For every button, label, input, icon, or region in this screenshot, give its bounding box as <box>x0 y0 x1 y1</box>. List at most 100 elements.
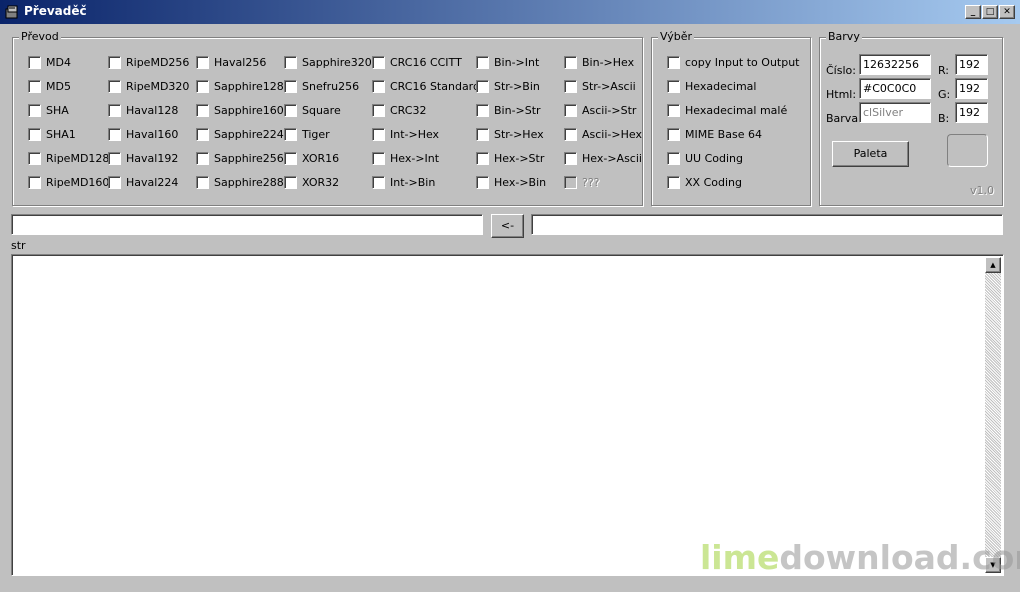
checkbox-box[interactable] <box>564 56 577 69</box>
checkbox-label: copy Input to Output <box>685 56 800 69</box>
checkbox-label: MD5 <box>46 80 71 93</box>
checkbox-label: Haval224 <box>126 176 179 189</box>
checkbox-box[interactable] <box>108 56 121 69</box>
checkbox-label: Hexadecimal malé <box>685 104 788 117</box>
checkbox-box[interactable] <box>108 152 121 165</box>
checkbox-box[interactable] <box>372 80 385 93</box>
app-icon <box>5 5 18 19</box>
html-label: Html: <box>826 88 857 101</box>
checkbox-box[interactable] <box>372 128 385 141</box>
checkbox-label: XOR32 <box>302 176 340 189</box>
checkbox-box[interactable] <box>196 152 209 165</box>
checkbox-box[interactable] <box>196 104 209 117</box>
checkbox-label: Int->Bin <box>390 176 436 189</box>
checkbox-box[interactable] <box>284 104 297 117</box>
checkbox-box[interactable] <box>667 56 680 69</box>
input-field[interactable] <box>11 214 483 235</box>
checkbox-box[interactable] <box>284 80 297 93</box>
checkbox-box[interactable] <box>108 104 121 117</box>
vyber-group: Výběr copy Input to Output Hexadecimal Hex… <box>651 30 811 206</box>
checkbox-box[interactable] <box>28 80 41 93</box>
g-field[interactable]: 192 <box>955 78 988 99</box>
checkbox-label: XOR16 <box>302 152 340 165</box>
checkbox-box[interactable] <box>372 56 385 69</box>
b-field[interactable]: 192 <box>955 102 988 123</box>
checkbox-box[interactable] <box>667 128 680 141</box>
checkbox-box[interactable] <box>28 128 41 141</box>
checkbox-box[interactable] <box>28 152 41 165</box>
close-button[interactable]: ✕ <box>999 5 1015 19</box>
checkbox-box[interactable] <box>667 176 680 189</box>
mode-label: str <box>11 239 26 252</box>
checkbox-label: Haval192 <box>126 152 179 165</box>
convert-back-button[interactable]: <- <box>491 214 524 238</box>
checkbox-box[interactable] <box>372 152 385 165</box>
checkbox-label: Bin->Int <box>494 56 540 69</box>
checkbox-box[interactable] <box>108 80 121 93</box>
checkbox-label: Hex->Bin <box>494 176 547 189</box>
checkbox-label: Bin->Str <box>494 104 541 117</box>
checkbox-box[interactable] <box>196 80 209 93</box>
checkbox-label: MD4 <box>46 56 71 69</box>
checkbox-label: Haval160 <box>126 128 179 141</box>
vertical-scrollbar[interactable]: ▲ ▼ <box>985 257 1001 573</box>
checkbox-box[interactable] <box>476 104 489 117</box>
checkbox-box[interactable] <box>667 152 680 165</box>
color-swatch[interactable] <box>947 134 988 167</box>
checkbox-box[interactable] <box>564 104 577 117</box>
checkbox-box[interactable] <box>476 128 489 141</box>
r-label: R: <box>938 64 950 77</box>
checkbox-box[interactable] <box>196 176 209 189</box>
watermark: limedownload.com <box>700 538 1020 577</box>
checkbox-box[interactable] <box>564 80 577 93</box>
checkbox-box[interactable] <box>284 128 297 141</box>
checkbox-box[interactable] <box>28 104 41 117</box>
checkbox-box[interactable] <box>564 176 577 189</box>
minimize-button[interactable]: _ <box>965 5 981 19</box>
checkbox-label: SHA1 <box>46 128 76 141</box>
scroll-up-button[interactable]: ▲ <box>985 257 1001 273</box>
checkbox-label: Sapphire320 <box>302 56 372 69</box>
output-field[interactable] <box>531 214 1003 235</box>
paleta-button[interactable]: Paleta <box>832 141 909 167</box>
checkbox-box[interactable] <box>108 128 121 141</box>
checkbox-box[interactable] <box>372 104 385 117</box>
cislo-field[interactable]: 12632256 <box>859 54 931 75</box>
output-textarea[interactable]: ▲ ▼ <box>11 254 1004 576</box>
checkbox-box[interactable] <box>476 56 489 69</box>
checkbox-box[interactable] <box>108 176 121 189</box>
checkbox-label: CRC32 <box>390 104 427 117</box>
watermark-lime: lime <box>700 538 780 577</box>
checkbox-label: Sapphire224 <box>214 128 284 141</box>
r-field[interactable]: 192 <box>955 54 988 75</box>
checkbox-box[interactable] <box>196 128 209 141</box>
checkbox-box[interactable] <box>284 56 297 69</box>
checkbox-box[interactable] <box>564 152 577 165</box>
title-bar[interactable]: Převaděč _ □ ✕ <box>0 0 1020 24</box>
checkbox-label: ??? <box>582 176 600 189</box>
checkbox-label: Tiger <box>302 128 330 141</box>
checkbox-box[interactable] <box>476 176 489 189</box>
checkbox-label: Hex->Int <box>390 152 440 165</box>
checkbox-box[interactable] <box>476 152 489 165</box>
html-field[interactable]: #C0C0C0 <box>859 78 931 99</box>
cislo-label: Číslo: <box>826 64 856 77</box>
checkbox-label: Sapphire256 <box>214 152 284 165</box>
checkbox-box[interactable] <box>667 80 680 93</box>
watermark-download: download.com <box>779 538 1020 577</box>
checkbox-box[interactable] <box>372 176 385 189</box>
checkbox-label: Snefru256 <box>302 80 360 93</box>
barvy-group-label: Barvy <box>826 30 862 43</box>
checkbox-box[interactable] <box>667 104 680 117</box>
checkbox-box[interactable] <box>476 80 489 93</box>
checkbox-box[interactable] <box>284 152 297 165</box>
vyber-group-label: Výběr <box>658 30 695 43</box>
checkbox-box[interactable] <box>284 176 297 189</box>
checkbox-box[interactable] <box>196 56 209 69</box>
checkbox-box[interactable] <box>564 128 577 141</box>
maximize-button[interactable]: □ <box>982 5 998 19</box>
checkbox-box[interactable] <box>28 176 41 189</box>
barva-field[interactable]: clSilver <box>859 102 931 123</box>
checkbox-label: Hex->Str <box>494 152 545 165</box>
checkbox-box[interactable] <box>28 56 41 69</box>
